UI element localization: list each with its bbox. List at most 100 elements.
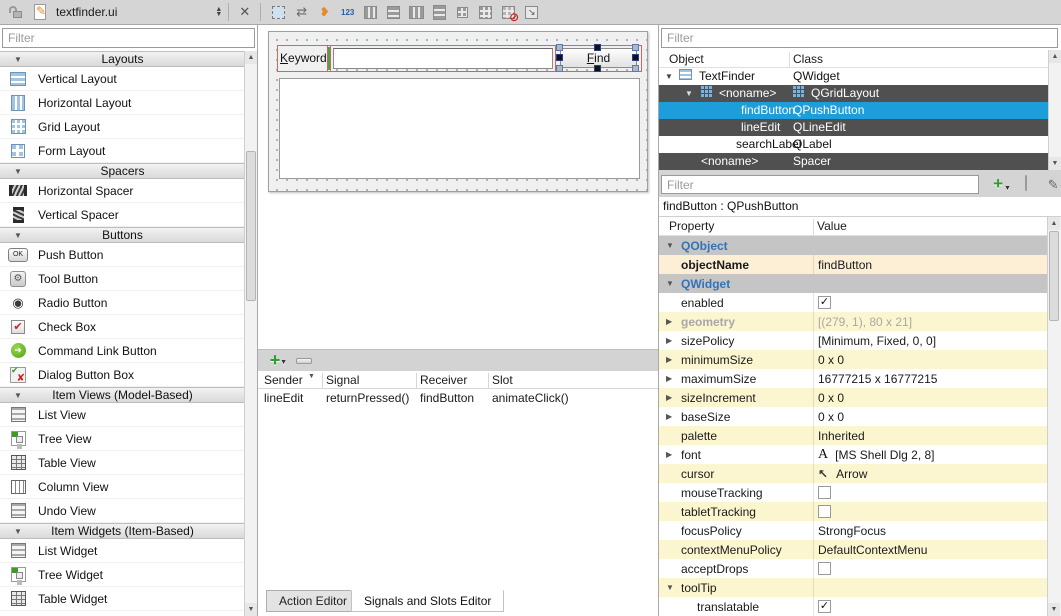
column-header-sender[interactable]: Sender — [264, 373, 303, 387]
edit-buddies-button[interactable]: ❥ — [313, 1, 336, 23]
checkbox-unchecked[interactable] — [818, 562, 831, 575]
expand-triangle-icon[interactable]: ▼ — [685, 89, 693, 98]
sidebar-item-tree-widget[interactable]: Tree Widget — [0, 563, 245, 587]
sidebar-item-grid-layout[interactable]: Grid Layout — [0, 115, 245, 139]
sidebar-item-undo-view[interactable]: Undo View — [0, 499, 245, 523]
property-group-qobject[interactable]: ▼QObject — [659, 236, 1048, 255]
sidebar-item-table-view[interactable]: Table View — [0, 451, 245, 475]
expand-triangle-icon[interactable]: ▶ — [666, 317, 672, 326]
connection-sender[interactable]: lineEdit — [264, 391, 303, 405]
resize-handle[interactable] — [594, 44, 601, 51]
sidebar-item-horizontal-layout[interactable]: Horizontal Layout — [0, 91, 245, 115]
sidebar-item-horizontal-spacer[interactable]: Horizontal Spacer — [0, 179, 245, 203]
layout-form-button[interactable] — [474, 1, 497, 23]
tab-signals-slots-editor[interactable]: Signals and Slots Editor — [351, 590, 504, 612]
expand-triangle-icon[interactable]: ▶ — [666, 336, 672, 345]
scroll-down-icon[interactable]: ▼ — [1049, 157, 1061, 170]
adjust-size-button[interactable]: ↘ — [520, 1, 543, 23]
sidebar-item-list-view[interactable]: List View — [0, 403, 245, 427]
scroll-down-icon[interactable]: ▼ — [1048, 603, 1060, 616]
expand-triangle-icon[interactable]: ▶ — [666, 393, 672, 402]
column-header-property[interactable]: Property — [669, 219, 714, 233]
section-header-layouts[interactable]: ▼Layouts — [0, 51, 245, 67]
column-header-signal[interactable]: Signal — [326, 373, 359, 387]
remove-connection-button[interactable] — [296, 358, 312, 364]
object-row-textfinder[interactable]: ▼ TextFinder QWidget — [659, 68, 1049, 85]
edit-widgets-button[interactable] — [267, 1, 290, 23]
property-row-maximumsize[interactable]: ▶maximumSize16777215 x 16777215 — [659, 369, 1048, 388]
expand-triangle-icon[interactable]: ▶ — [666, 450, 672, 459]
resize-handle[interactable] — [632, 54, 639, 61]
expand-triangle-icon[interactable]: ▼ — [665, 72, 673, 81]
property-editor-scrollbar[interactable]: ▲ ▼ — [1047, 217, 1061, 616]
property-row-mousetracking[interactable]: mouseTracking — [659, 483, 1048, 502]
checkbox-unchecked[interactable] — [818, 505, 831, 518]
checkbox-checked[interactable] — [818, 296, 831, 309]
widget-box-filter-input[interactable] — [2, 28, 255, 48]
property-row-focuspolicy[interactable]: focusPolicyStrongFocus — [659, 521, 1048, 540]
sidebar-item-radio-button[interactable]: ◉Radio Button — [0, 291, 245, 315]
widget-box-scrollbar[interactable]: ▲ ▼ — [244, 51, 257, 616]
collapse-triangle-icon[interactable]: ▼ — [666, 583, 674, 592]
remove-property-button[interactable] — [1017, 176, 1035, 194]
connection-row[interactable]: lineEdit returnPressed() findButton anim… — [258, 389, 658, 406]
sidebar-item-list-widget[interactable]: List Widget — [0, 539, 245, 563]
object-row-searchlabel[interactable]: searchLabel QLabel — [659, 136, 1049, 153]
edit-tab-order-button[interactable]: 123 — [336, 1, 359, 23]
text-edit[interactable] — [279, 78, 640, 179]
connection-slot[interactable]: animateClick() — [492, 391, 569, 405]
break-layout-button[interactable] — [497, 1, 520, 23]
layout-vertically-button[interactable] — [382, 1, 405, 23]
add-connection-button[interactable]: +▼ — [266, 352, 284, 370]
property-row-tooltip[interactable]: ▼toolTip — [659, 578, 1048, 597]
scroll-up-icon[interactable]: ▲ — [1048, 217, 1060, 230]
property-row-palette[interactable]: paletteInherited — [659, 426, 1048, 445]
column-header-object[interactable]: Object — [669, 52, 704, 66]
property-row-tablettracking[interactable]: tabletTracking — [659, 502, 1048, 521]
column-divider[interactable] — [416, 373, 417, 388]
sidebar-item-column-view[interactable]: Column View — [0, 475, 245, 499]
property-row-objectname[interactable]: objectNamefindButton — [659, 255, 1048, 274]
connection-signal[interactable]: returnPressed() — [326, 391, 409, 405]
property-row-sizeincrement[interactable]: ▶sizeIncrement0 x 0 — [659, 388, 1048, 407]
resize-handle[interactable] — [594, 65, 601, 72]
scrollbar-thumb[interactable] — [1049, 231, 1059, 321]
resize-handle[interactable] — [632, 44, 639, 51]
resize-handle[interactable] — [556, 44, 563, 51]
property-row-cursor[interactable]: cursor↖Arrow — [659, 464, 1048, 483]
object-row-lineedit[interactable]: lineEdit QLineEdit — [659, 119, 1049, 136]
tab-action-editor[interactable]: Action Editor — [266, 590, 360, 612]
expand-triangle-icon[interactable]: ▶ — [666, 412, 672, 421]
sidebar-item-vertical-layout[interactable]: Vertical Layout — [0, 67, 245, 91]
configure-property-editor-button[interactable]: ✎▼ — [1044, 176, 1061, 194]
object-inspector-scrollbar[interactable]: ▲ ▼ — [1048, 50, 1061, 170]
sidebar-item-dialog-button-box[interactable]: Dialog Button Box — [0, 363, 245, 387]
resize-handle[interactable] — [632, 65, 639, 72]
property-row-sizepolicy[interactable]: ▶sizePolicy[Minimum, Fixed, 0, 0] — [659, 331, 1048, 350]
column-header-slot[interactable]: Slot — [492, 373, 513, 387]
column-divider[interactable] — [813, 219, 814, 235]
expand-triangle-icon[interactable]: ▶ — [666, 374, 672, 383]
section-header-item-views[interactable]: ▼Item Views (Model-Based) — [0, 387, 245, 403]
column-header-receiver[interactable]: Receiver — [420, 373, 467, 387]
checkbox-unchecked[interactable] — [818, 486, 831, 499]
column-divider[interactable] — [789, 52, 790, 67]
object-row-gridlayout[interactable]: ▼ <noname> QGridLayout — [659, 85, 1049, 102]
property-filter-input[interactable] — [661, 175, 979, 194]
layout-horizontally-button[interactable] — [359, 1, 382, 23]
spinner-arrows-icon[interactable]: ▲▼ — [215, 7, 222, 17]
sidebar-item-tree-view[interactable]: Tree View — [0, 427, 245, 451]
resize-handle[interactable] — [556, 54, 563, 61]
sidebar-item-command-link-button[interactable]: ➜Command Link Button — [0, 339, 245, 363]
column-divider[interactable] — [322, 373, 323, 388]
column-header-value[interactable]: Value — [817, 219, 847, 233]
property-row-contextmenupolicy[interactable]: contextMenuPolicyDefaultContextMenu — [659, 540, 1048, 559]
scroll-up-icon[interactable]: ▲ — [1049, 50, 1061, 63]
sidebar-item-vertical-spacer[interactable]: Vertical Spacer — [0, 203, 245, 227]
layout-horizontal-splitter-button[interactable] — [405, 1, 428, 23]
section-header-buttons[interactable]: ▼Buttons — [0, 227, 245, 243]
close-icon[interactable]: ✕ — [235, 4, 254, 20]
resize-handle[interactable] — [556, 65, 563, 72]
property-row-font[interactable]: ▶fontA[MS Shell Dlg 2, 8] — [659, 445, 1048, 464]
property-row-basesize[interactable]: ▶baseSize0 x 0 — [659, 407, 1048, 426]
